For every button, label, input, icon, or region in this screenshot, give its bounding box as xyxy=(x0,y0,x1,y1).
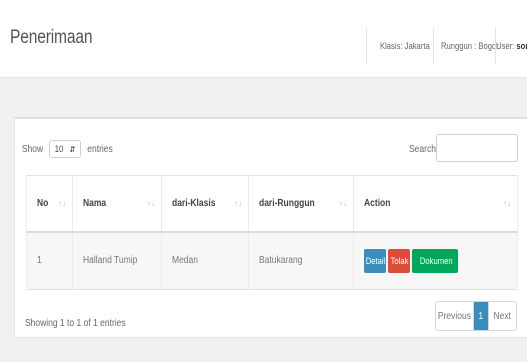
column-header-dari-klasis[interactable]: dari-Klasis ↑↓ xyxy=(161,175,249,233)
previous-button[interactable]: Previous xyxy=(436,302,474,330)
cell-klasis: Medan xyxy=(161,231,249,290)
user-label: User: xyxy=(496,41,515,51)
sort-icon: ↑↓ xyxy=(147,199,155,208)
column-header-nama[interactable]: Nama ↑↓ xyxy=(72,175,162,233)
data-table: No ↑↓ Nama ↑↓ dari-Klasis ↑↓ dari-Runggu… xyxy=(26,175,518,290)
cell-no: 1 xyxy=(26,231,73,290)
cell-action: Detail Tolak Dokumen xyxy=(353,231,518,290)
next-button[interactable]: Next xyxy=(488,302,516,330)
detail-button[interactable]: Detail xyxy=(364,248,386,273)
page-1-button[interactable]: 1 xyxy=(474,302,488,330)
sort-icon: ↑↓ xyxy=(503,199,511,208)
table-row: 1 Halland Tumip Medan Batukarang Detail … xyxy=(26,231,518,290)
cell-nama: Halland Tumip xyxy=(72,231,162,290)
show-label: Show xyxy=(21,143,44,155)
tolak-button[interactable]: Tolak xyxy=(388,248,410,273)
user-info[interactable]: User: sontri xyxy=(496,41,527,51)
entries-value: 10 xyxy=(54,144,64,154)
entries-length-control: Show 10 ⇵ entries xyxy=(20,140,115,158)
sort-icon: ↑↓ xyxy=(339,199,347,208)
klasis-info: Klasis: Jakarta xyxy=(380,41,430,51)
select-arrows-icon: ⇵ xyxy=(69,144,76,154)
entries-label: entries xyxy=(87,143,113,155)
entries-select[interactable]: 10 ⇵ xyxy=(49,140,82,158)
runggun-info: Runggun : Bogor xyxy=(441,41,499,51)
table-info: Showing 1 to 1 of 1 entries xyxy=(25,318,126,329)
divider xyxy=(366,28,367,64)
dokumen-button[interactable]: Dokumen xyxy=(412,248,458,273)
page-title: Penerimaan xyxy=(10,27,93,48)
column-header-dari-runggun[interactable]: dari-Runggun ↑↓ xyxy=(248,175,354,233)
search-label: Search: xyxy=(409,144,439,155)
table-header-row: No ↑↓ Nama ↑↓ dari-Klasis ↑↓ dari-Runggu… xyxy=(26,175,518,233)
card-top-border xyxy=(14,117,527,118)
column-header-action[interactable]: Action ↑↓ xyxy=(353,175,518,233)
cell-runggun: Batukarang xyxy=(248,231,354,290)
search-input[interactable] xyxy=(436,134,518,162)
divider xyxy=(433,28,434,64)
user-name: sontri xyxy=(516,41,527,51)
pagination: Previous 1 Next xyxy=(435,301,517,331)
page-header: Penerimaan Klasis: Jakarta Runggun : Bog… xyxy=(0,0,527,78)
column-header-no[interactable]: No ↑↓ xyxy=(26,175,73,233)
sort-icon: ↑↓ xyxy=(234,199,242,208)
sort-icon: ↑↓ xyxy=(58,199,66,208)
